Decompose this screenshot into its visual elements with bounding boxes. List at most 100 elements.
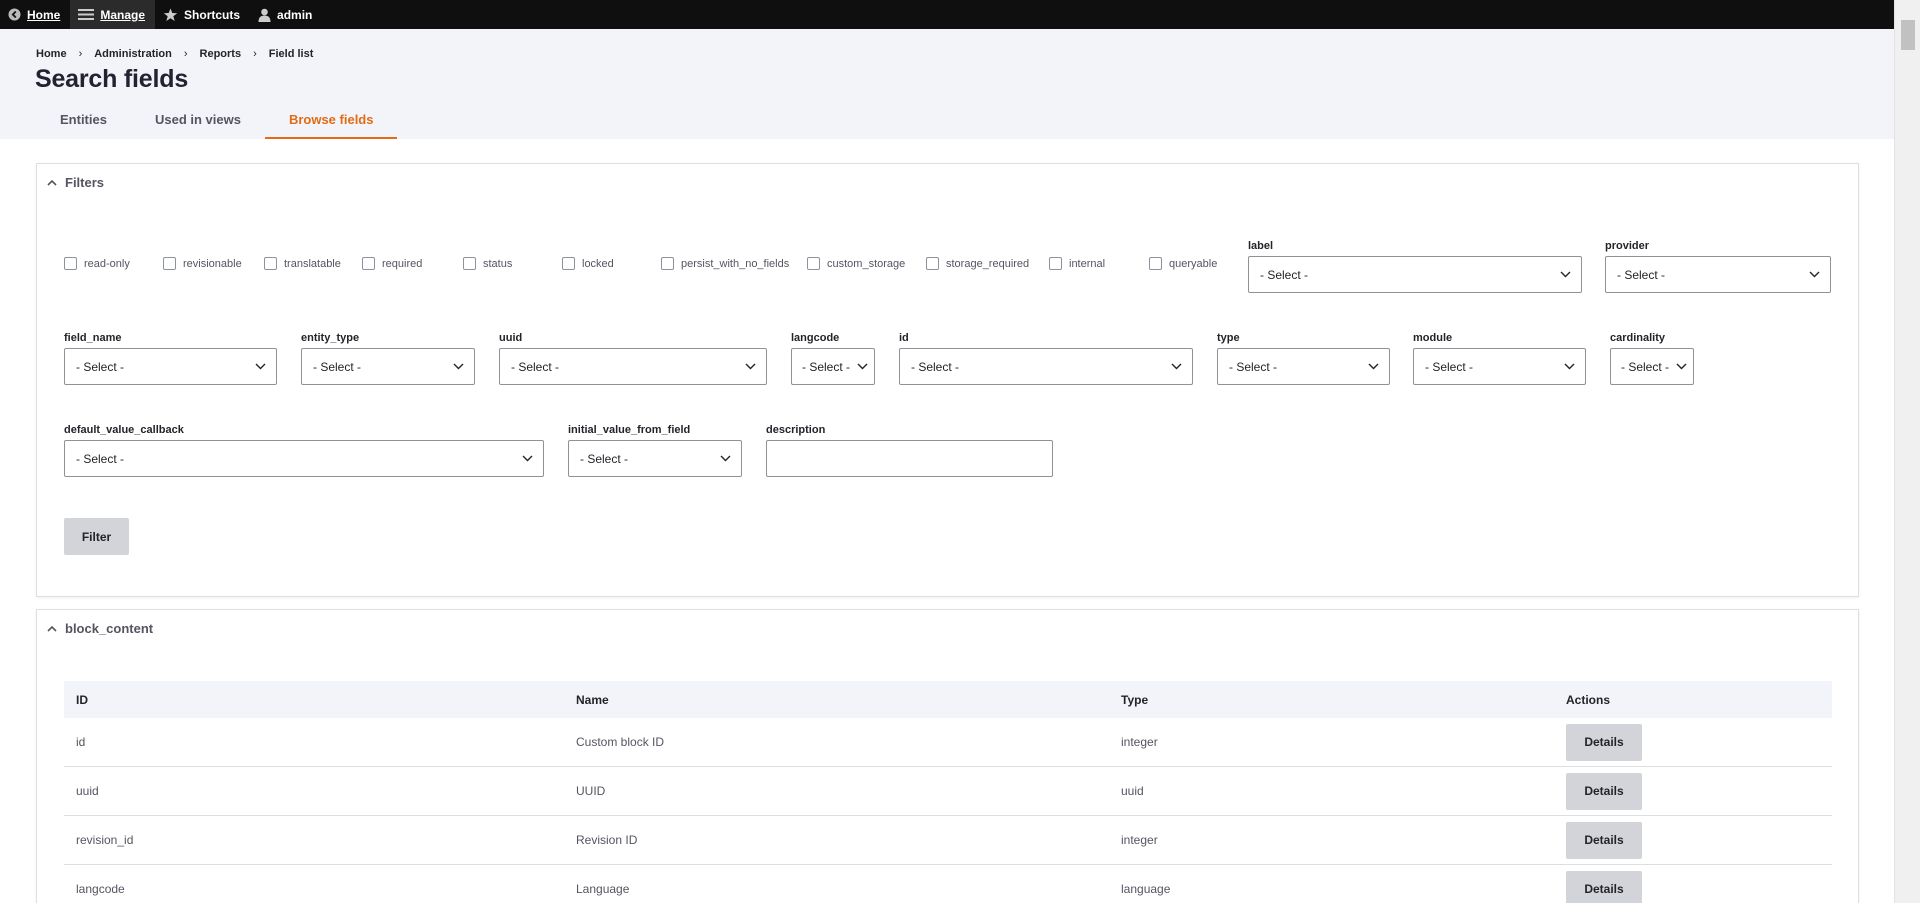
- label-select[interactable]: - Select -: [1248, 256, 1582, 293]
- label-filter: label - Select -: [1248, 240, 1582, 293]
- checkbox-box[interactable]: [362, 257, 375, 270]
- checkbox-queryable[interactable]: queryable: [1149, 257, 1217, 270]
- toolbar-manage-label: Manage: [100, 7, 146, 22]
- details-button[interactable]: Details: [1566, 821, 1642, 859]
- header-id: ID: [76, 692, 88, 707]
- default-value-callback-select[interactable]: - Select -: [64, 440, 544, 477]
- checkbox-box[interactable]: [463, 257, 476, 270]
- checkbox-box[interactable]: [562, 257, 575, 270]
- chevron-down-icon: [1368, 363, 1379, 370]
- select-value: - Select -: [1260, 267, 1309, 282]
- checkbox-storage-required[interactable]: storage_required: [926, 257, 1029, 270]
- field-label: label: [1248, 240, 1274, 252]
- chevron-down-icon: [745, 363, 756, 370]
- cell-id: langcode: [76, 882, 125, 896]
- field-label: entity_type: [301, 332, 360, 344]
- cell-type: uuid: [1121, 784, 1144, 798]
- breadcrumb-separator: ›: [183, 48, 188, 60]
- cell-id: uuid: [76, 784, 99, 798]
- checkbox-required[interactable]: required: [362, 257, 422, 270]
- back-circle-icon: [8, 8, 21, 21]
- toolbar-home-link[interactable]: Home: [0, 0, 70, 29]
- chevron-down-icon: [1560, 271, 1571, 278]
- description-filter: description: [766, 424, 1053, 477]
- checkbox-box[interactable]: [807, 257, 820, 270]
- scrollbar-thumb[interactable]: [1901, 20, 1915, 50]
- checkbox-box[interactable]: [926, 257, 939, 270]
- checkbox-label: read-only: [84, 257, 130, 270]
- details-button[interactable]: Details: [1566, 870, 1642, 903]
- tab-entities[interactable]: Entities: [36, 107, 131, 139]
- field-label: module: [1413, 332, 1453, 344]
- checkbox-label: translatable: [284, 257, 341, 270]
- details-button[interactable]: Details: [1566, 772, 1642, 810]
- cardinality-select[interactable]: - Select -: [1610, 348, 1694, 385]
- table-header: ID Name Type Actions: [64, 681, 1832, 718]
- select-value: - Select -: [76, 359, 125, 374]
- checkbox-locked[interactable]: locked: [562, 257, 614, 270]
- checkbox-label: revisionable: [183, 257, 242, 270]
- entity-type-select[interactable]: - Select -: [301, 348, 475, 385]
- uuid-select[interactable]: - Select -: [499, 348, 767, 385]
- checkbox-label: queryable: [1169, 257, 1218, 270]
- select-value: - Select -: [802, 359, 851, 374]
- id-select[interactable]: - Select -: [899, 348, 1193, 385]
- star-icon: [163, 8, 178, 22]
- uuid-filter: uuid - Select -: [499, 332, 767, 385]
- langcode-select[interactable]: - Select -: [791, 348, 875, 385]
- cell-id: revision_id: [76, 833, 134, 847]
- checkbox-box[interactable]: [1049, 257, 1062, 270]
- checkbox-box[interactable]: [264, 257, 277, 270]
- checkbox-persist-with-no-fields[interactable]: persist_with_no_fields: [661, 257, 789, 270]
- chevron-down-icon: [1171, 363, 1182, 370]
- toolbar-shortcuts-label: Shortcuts: [184, 7, 241, 22]
- checkbox-custom-storage[interactable]: custom_storage: [807, 257, 905, 270]
- breadcrumb-home[interactable]: Home: [36, 48, 67, 60]
- provider-select[interactable]: - Select -: [1605, 256, 1831, 293]
- select-value: - Select -: [1425, 359, 1474, 374]
- checkbox-read-only[interactable]: read-only: [64, 257, 130, 270]
- tab-used-in-views[interactable]: Used in views: [131, 107, 265, 139]
- field-label: initial_value_from_field: [568, 424, 691, 436]
- toolbar-user-tab[interactable]: admin: [250, 0, 322, 29]
- chevron-up-icon: [47, 625, 57, 632]
- checkbox-label: storage_required: [946, 257, 1030, 270]
- breadcrumb: Home › Administration › Reports › Field …: [36, 48, 313, 60]
- checkbox-label: persist_with_no_fields: [681, 257, 790, 270]
- description-input[interactable]: [766, 440, 1053, 477]
- module-filter: module - Select -: [1413, 332, 1586, 385]
- table-row: langcode Language language Details: [64, 865, 1832, 903]
- toolbar-shortcuts-tab[interactable]: Shortcuts: [155, 0, 250, 29]
- toolbar-user-label: admin: [277, 7, 313, 22]
- checkbox-box[interactable]: [1149, 257, 1162, 270]
- field-name-select[interactable]: - Select -: [64, 348, 277, 385]
- page-scrollbar[interactable]: [1894, 0, 1920, 903]
- breadcrumb-reports[interactable]: Reports: [200, 48, 242, 60]
- block-content-toggle[interactable]: block_content: [37, 610, 1858, 647]
- block-content-title: block_content: [65, 621, 154, 636]
- cardinality-filter: cardinality - Select -: [1610, 332, 1694, 385]
- details-button[interactable]: Details: [1566, 723, 1642, 761]
- type-select[interactable]: - Select -: [1217, 348, 1390, 385]
- initial-value-from-field-select[interactable]: - Select -: [568, 440, 742, 477]
- id-filter: id - Select -: [899, 332, 1193, 385]
- checkbox-translatable[interactable]: translatable: [264, 257, 341, 270]
- page-title: Search fields: [35, 65, 189, 93]
- breadcrumb-administration[interactable]: Administration: [94, 48, 172, 60]
- checkbox-box[interactable]: [64, 257, 77, 270]
- filters-fieldset: Filters read-only revisionable translata…: [36, 163, 1859, 597]
- breadcrumb-field-list[interactable]: Field list: [269, 48, 314, 60]
- tab-browse-fields[interactable]: Browse fields: [264, 107, 398, 139]
- checkbox-revisionable[interactable]: revisionable: [163, 257, 242, 270]
- cell-name: Language: [576, 882, 630, 896]
- checkbox-box[interactable]: [163, 257, 176, 270]
- filters-toggle[interactable]: Filters: [37, 164, 1858, 201]
- checkbox-internal[interactable]: internal: [1049, 257, 1105, 270]
- module-select[interactable]: - Select -: [1413, 348, 1586, 385]
- filter-button[interactable]: Filter: [64, 518, 129, 555]
- field-label: uuid: [499, 332, 523, 344]
- header-actions: Actions: [1566, 692, 1611, 707]
- checkbox-status[interactable]: status: [463, 257, 512, 270]
- checkbox-box[interactable]: [661, 257, 674, 270]
- toolbar-manage-tab[interactable]: Manage: [70, 0, 156, 29]
